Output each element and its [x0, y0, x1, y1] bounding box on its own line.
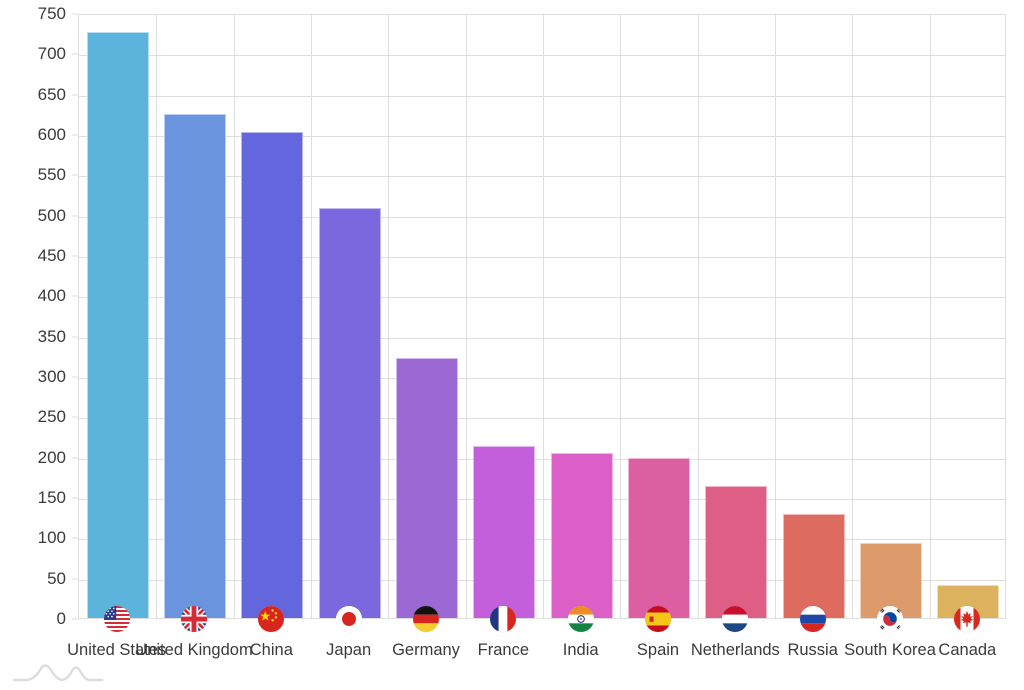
bar[interactable] — [550, 453, 613, 618]
flag-france-icon — [490, 606, 517, 632]
flag-japan-icon — [335, 606, 362, 632]
flag-spain-icon — [645, 606, 671, 632]
x-axis-tick-label: France — [477, 641, 530, 659]
y-axis-tick-label: 350 — [37, 326, 66, 346]
bar[interactable] — [705, 485, 768, 618]
y-axis-tick-label: 250 — [37, 407, 66, 427]
x-axis-tick-label: United Kingdom — [135, 641, 253, 659]
plot-area — [78, 14, 1006, 619]
y-axis-tick-label: 300 — [37, 367, 66, 386]
bar-chart: 0 50 100 150 200 250 300 350 400 450 500 550 600 650 7… — [0, 0, 1024, 690]
y-axis-tick-label: 600 — [37, 125, 66, 144]
flag-united-states-icon — [103, 606, 130, 632]
flag-india-icon — [567, 606, 594, 632]
bar[interactable] — [318, 208, 381, 618]
bar[interactable] — [86, 32, 149, 618]
bars-layer — [79, 15, 1005, 618]
bar[interactable] — [241, 132, 304, 618]
y-axis-tick-label: 700 — [37, 44, 66, 64]
chart-watermark-logo — [12, 658, 104, 686]
x-axis-tick-label: Netherlands — [690, 641, 780, 659]
x-axis-tick-label: Japan — [326, 641, 372, 659]
x-axis-tick-label: China — [249, 641, 293, 659]
y-axis-tick-label: 150 — [37, 488, 66, 507]
flag-united-kingdom-icon — [181, 606, 207, 632]
y-axis-tick-label: 100 — [37, 528, 66, 548]
flag-germany-icon — [413, 606, 439, 632]
bar[interactable] — [628, 458, 690, 618]
bar[interactable] — [396, 358, 458, 618]
flag-china-icon — [258, 606, 285, 632]
x-axis-tick-label: Russia — [787, 641, 838, 659]
bar[interactable] — [164, 113, 226, 618]
x-axis-tick-label: Germany — [392, 641, 460, 659]
y-axis-tick-label: 500 — [37, 205, 66, 225]
y-axis-tick-label: 450 — [37, 246, 66, 265]
bar[interactable] — [782, 513, 845, 618]
y-axis-tick-label: 400 — [37, 286, 66, 306]
y-axis-tick-label: 200 — [37, 447, 66, 467]
y-axis-tick-label: 650 — [37, 84, 66, 104]
flag-canada-icon — [954, 606, 981, 632]
flag-south-korea-icon — [877, 606, 903, 632]
x-axis: United States United Kingdom China Japan Ger… — [0, 641, 1024, 669]
y-axis-tick-label: 550 — [37, 165, 66, 185]
y-axis-tick-label: 50 — [47, 568, 66, 588]
y-axis-tick-label: 750 — [37, 4, 66, 23]
x-axis-tick-label: South Korea — [844, 641, 936, 659]
x-axis-tick-label: Canada — [938, 641, 997, 659]
bar[interactable] — [473, 446, 536, 618]
x-axis-tick-label: Spain — [636, 641, 680, 659]
y-axis: 0 50 100 150 200 250 300 350 400 450 500 550 600 650 7… — [0, 0, 78, 628]
flag-netherlands-icon — [722, 606, 749, 632]
y-axis-tick-label: 0 — [56, 609, 66, 628]
flag-russia-icon — [799, 606, 826, 632]
x-axis-tick-label: India — [562, 641, 599, 659]
